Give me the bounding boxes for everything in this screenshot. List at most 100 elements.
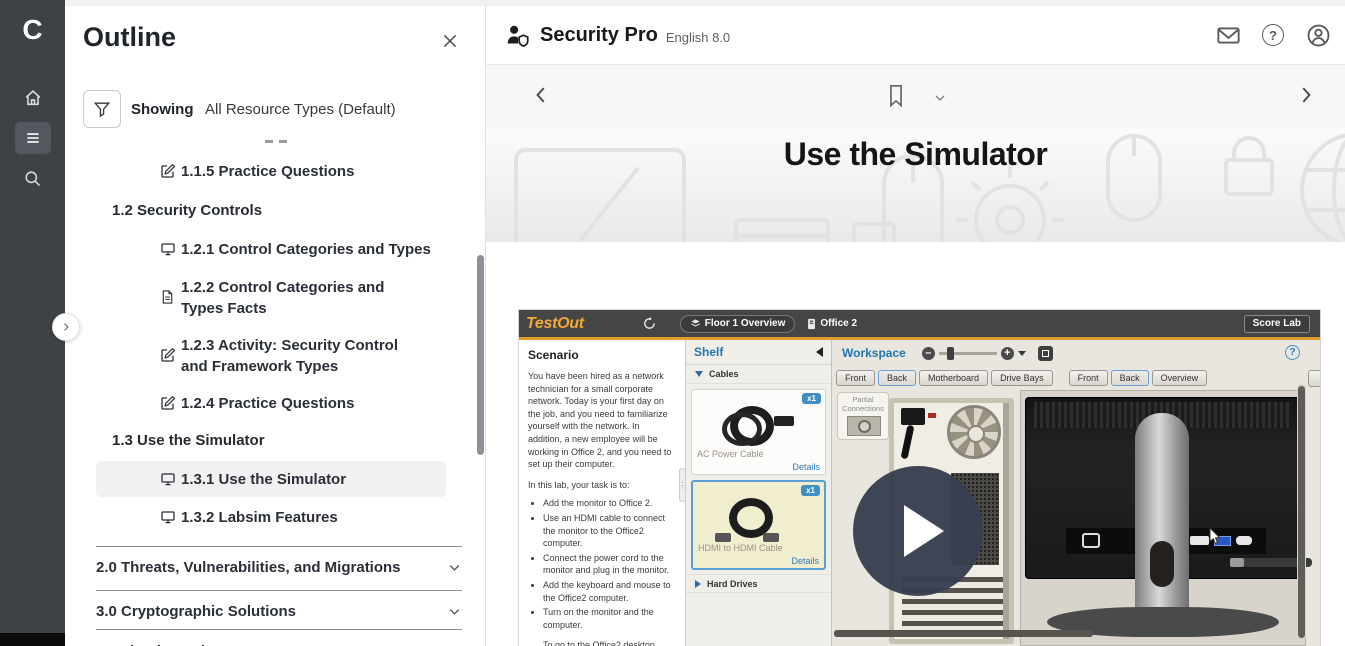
- menu-icon: [24, 129, 42, 147]
- panel-drag-handle: ⋮: [679, 468, 686, 502]
- details-link: Details: [791, 556, 819, 566]
- bookmark-menu-button[interactable]: [932, 90, 948, 109]
- divider: [96, 629, 462, 630]
- shelf-panel: Shelf Cables x1 AC Power Cable Details: [686, 340, 832, 646]
- clipped-tab: [1308, 370, 1320, 387]
- shelf-item-ac-power-cable: x1 AC Power Cable Details: [691, 389, 826, 475]
- search-button[interactable]: [15, 162, 51, 194]
- outline-section-header[interactable]: 1.3 Use the Simulator: [112, 432, 265, 449]
- outline-item[interactable]: 1.2.1 Control Categories and Types: [160, 239, 440, 260]
- filter-icon: [93, 100, 111, 118]
- power-supply-thumbnail: [847, 416, 881, 436]
- filter-value[interactable]: All Resource Types (Default): [205, 101, 396, 118]
- chevron-down-icon: [447, 560, 462, 575]
- item-name: HDMI to HDMI Cable: [698, 543, 783, 553]
- next-button[interactable]: [1295, 84, 1317, 106]
- outline-item[interactable]: 1.2.2 Control Categories and Types Facts: [160, 277, 410, 319]
- quantity-badge: x1: [801, 485, 820, 496]
- close-icon: [441, 32, 459, 50]
- outline-module-row[interactable]: 4.0 Identity and Access Management: [96, 634, 462, 646]
- shelf-section-hard-drives: Hard Drives: [686, 574, 831, 593]
- main-content: Security Pro English 8.0 ?: [486, 0, 1345, 646]
- shelf-item-hdmi-cable-selected: x1 HDMI to HDMI Cable Details: [691, 480, 826, 570]
- home-button[interactable]: [15, 82, 51, 114]
- tab-front-right: Front: [1069, 370, 1108, 386]
- monitor-dvi-port: [1190, 536, 1209, 545]
- clipped-row-fragment: [265, 140, 273, 143]
- pencil-icon: [160, 395, 176, 411]
- partial-connections-card: Partial Connections: [837, 392, 889, 440]
- search-icon: [23, 169, 42, 188]
- ac-power-cable-photo: [722, 404, 778, 448]
- outline-module-row[interactable]: 3.0 Cryptographic Solutions: [96, 594, 462, 628]
- task-item: Connect the power cord to the monitor an…: [543, 552, 675, 577]
- course-header: Security Pro English 8.0 ?: [486, 6, 1345, 65]
- rail-bottom-strip: [0, 633, 65, 646]
- filter-button[interactable]: [83, 90, 121, 128]
- workspace-help-icon: ?: [1285, 345, 1300, 360]
- scenario-title: Scenario: [528, 348, 675, 362]
- sim-top-bar: TestOut Floor 1 Overview Office 2 Sco: [519, 310, 1320, 337]
- refresh-icon: [642, 316, 658, 332]
- fullscreen-icon: [1038, 346, 1053, 361]
- monitor-icon: [160, 471, 176, 487]
- outline-item[interactable]: 1.1.5 Practice Questions: [160, 161, 440, 182]
- play-button[interactable]: [853, 466, 983, 596]
- scenario-intro: You have been hired as a network technic…: [528, 370, 675, 471]
- vertical-scrollbar: [1297, 384, 1306, 640]
- pencil-icon: [160, 347, 176, 363]
- quantity-badge: x1: [802, 393, 821, 404]
- outline-module-row[interactable]: 2.0 Threats, Vulnerabilities, and Migrat…: [96, 550, 462, 584]
- pencil-icon: [160, 163, 176, 179]
- hdmi-cable-photo: [723, 496, 779, 540]
- horizontal-scrollbar: [834, 630, 1093, 637]
- title-banner: Use the Simulator: [486, 128, 1345, 242]
- video-player[interactable]: TestOut Floor 1 Overview Office 2 Sco: [519, 310, 1320, 646]
- details-link: Details: [792, 462, 820, 472]
- outline-scrollbar[interactable]: [477, 126, 484, 646]
- chevron-right-icon: [60, 321, 72, 333]
- help-button[interactable]: ?: [1260, 22, 1286, 48]
- messages-button[interactable]: [1215, 22, 1241, 48]
- task-item: Add the monitor to Office 2.: [543, 497, 675, 510]
- monitor-icon: [160, 241, 176, 257]
- course-shield-icon: [505, 23, 531, 47]
- scrollbar-thumb: [1298, 386, 1305, 638]
- scenario-panel: Scenario You have been hired as a networ…: [519, 340, 686, 646]
- course-subtitle: English 8.0: [666, 30, 730, 45]
- outline-section-header[interactable]: 1.2 Security Controls: [112, 202, 262, 219]
- tower-cable: [901, 425, 915, 460]
- tower-icon: [807, 318, 816, 330]
- filter-showing-label: Showing: [131, 101, 194, 118]
- account-button[interactable]: [1305, 22, 1331, 48]
- outline-item-current[interactable]: 1.3.1 Use the Simulator: [160, 469, 440, 490]
- outline-item[interactable]: 1.2.4 Practice Questions: [160, 393, 440, 414]
- stand-cable-hole: [1150, 541, 1174, 587]
- tower-side-edge: [1003, 403, 1009, 639]
- score-lab-button: Score Lab: [1244, 315, 1310, 333]
- floor-overview-button: Floor 1 Overview: [680, 315, 796, 333]
- monitor-power-port: [1082, 533, 1100, 548]
- outline-item[interactable]: 1.3.2 Labsim Features: [160, 507, 440, 528]
- lesson-nav-bar: [486, 65, 1345, 128]
- collapse-panel-button[interactable]: [52, 313, 80, 341]
- monitor-vga-port: [1236, 536, 1252, 545]
- scrollbar-thumb[interactable]: [477, 255, 484, 455]
- tab-overview: Overview: [1152, 370, 1208, 386]
- home-icon: [23, 88, 43, 108]
- outline-item[interactable]: 1.2.3 Activity: Security Control and Fra…: [160, 335, 410, 377]
- tab-back-left-selected: Back: [878, 370, 916, 386]
- tab-drive-bays: Drive Bays: [991, 370, 1053, 386]
- close-outline-button[interactable]: [437, 28, 463, 54]
- tower-power-switch: [928, 413, 936, 418]
- collapse-shelf-icon: [816, 347, 823, 357]
- layers-icon: [690, 318, 701, 329]
- outline-panel: Outline Showing All Resource Types (Defa…: [65, 6, 486, 646]
- outline-menu-button[interactable]: [15, 122, 51, 154]
- divider: [96, 546, 462, 547]
- bookmark-button[interactable]: [884, 83, 908, 109]
- chevron-right-icon: [1295, 84, 1317, 106]
- tab-front-left: Front: [836, 370, 875, 386]
- mouse-cursor: [1209, 527, 1223, 545]
- workspace-title: Workspace: [842, 346, 906, 360]
